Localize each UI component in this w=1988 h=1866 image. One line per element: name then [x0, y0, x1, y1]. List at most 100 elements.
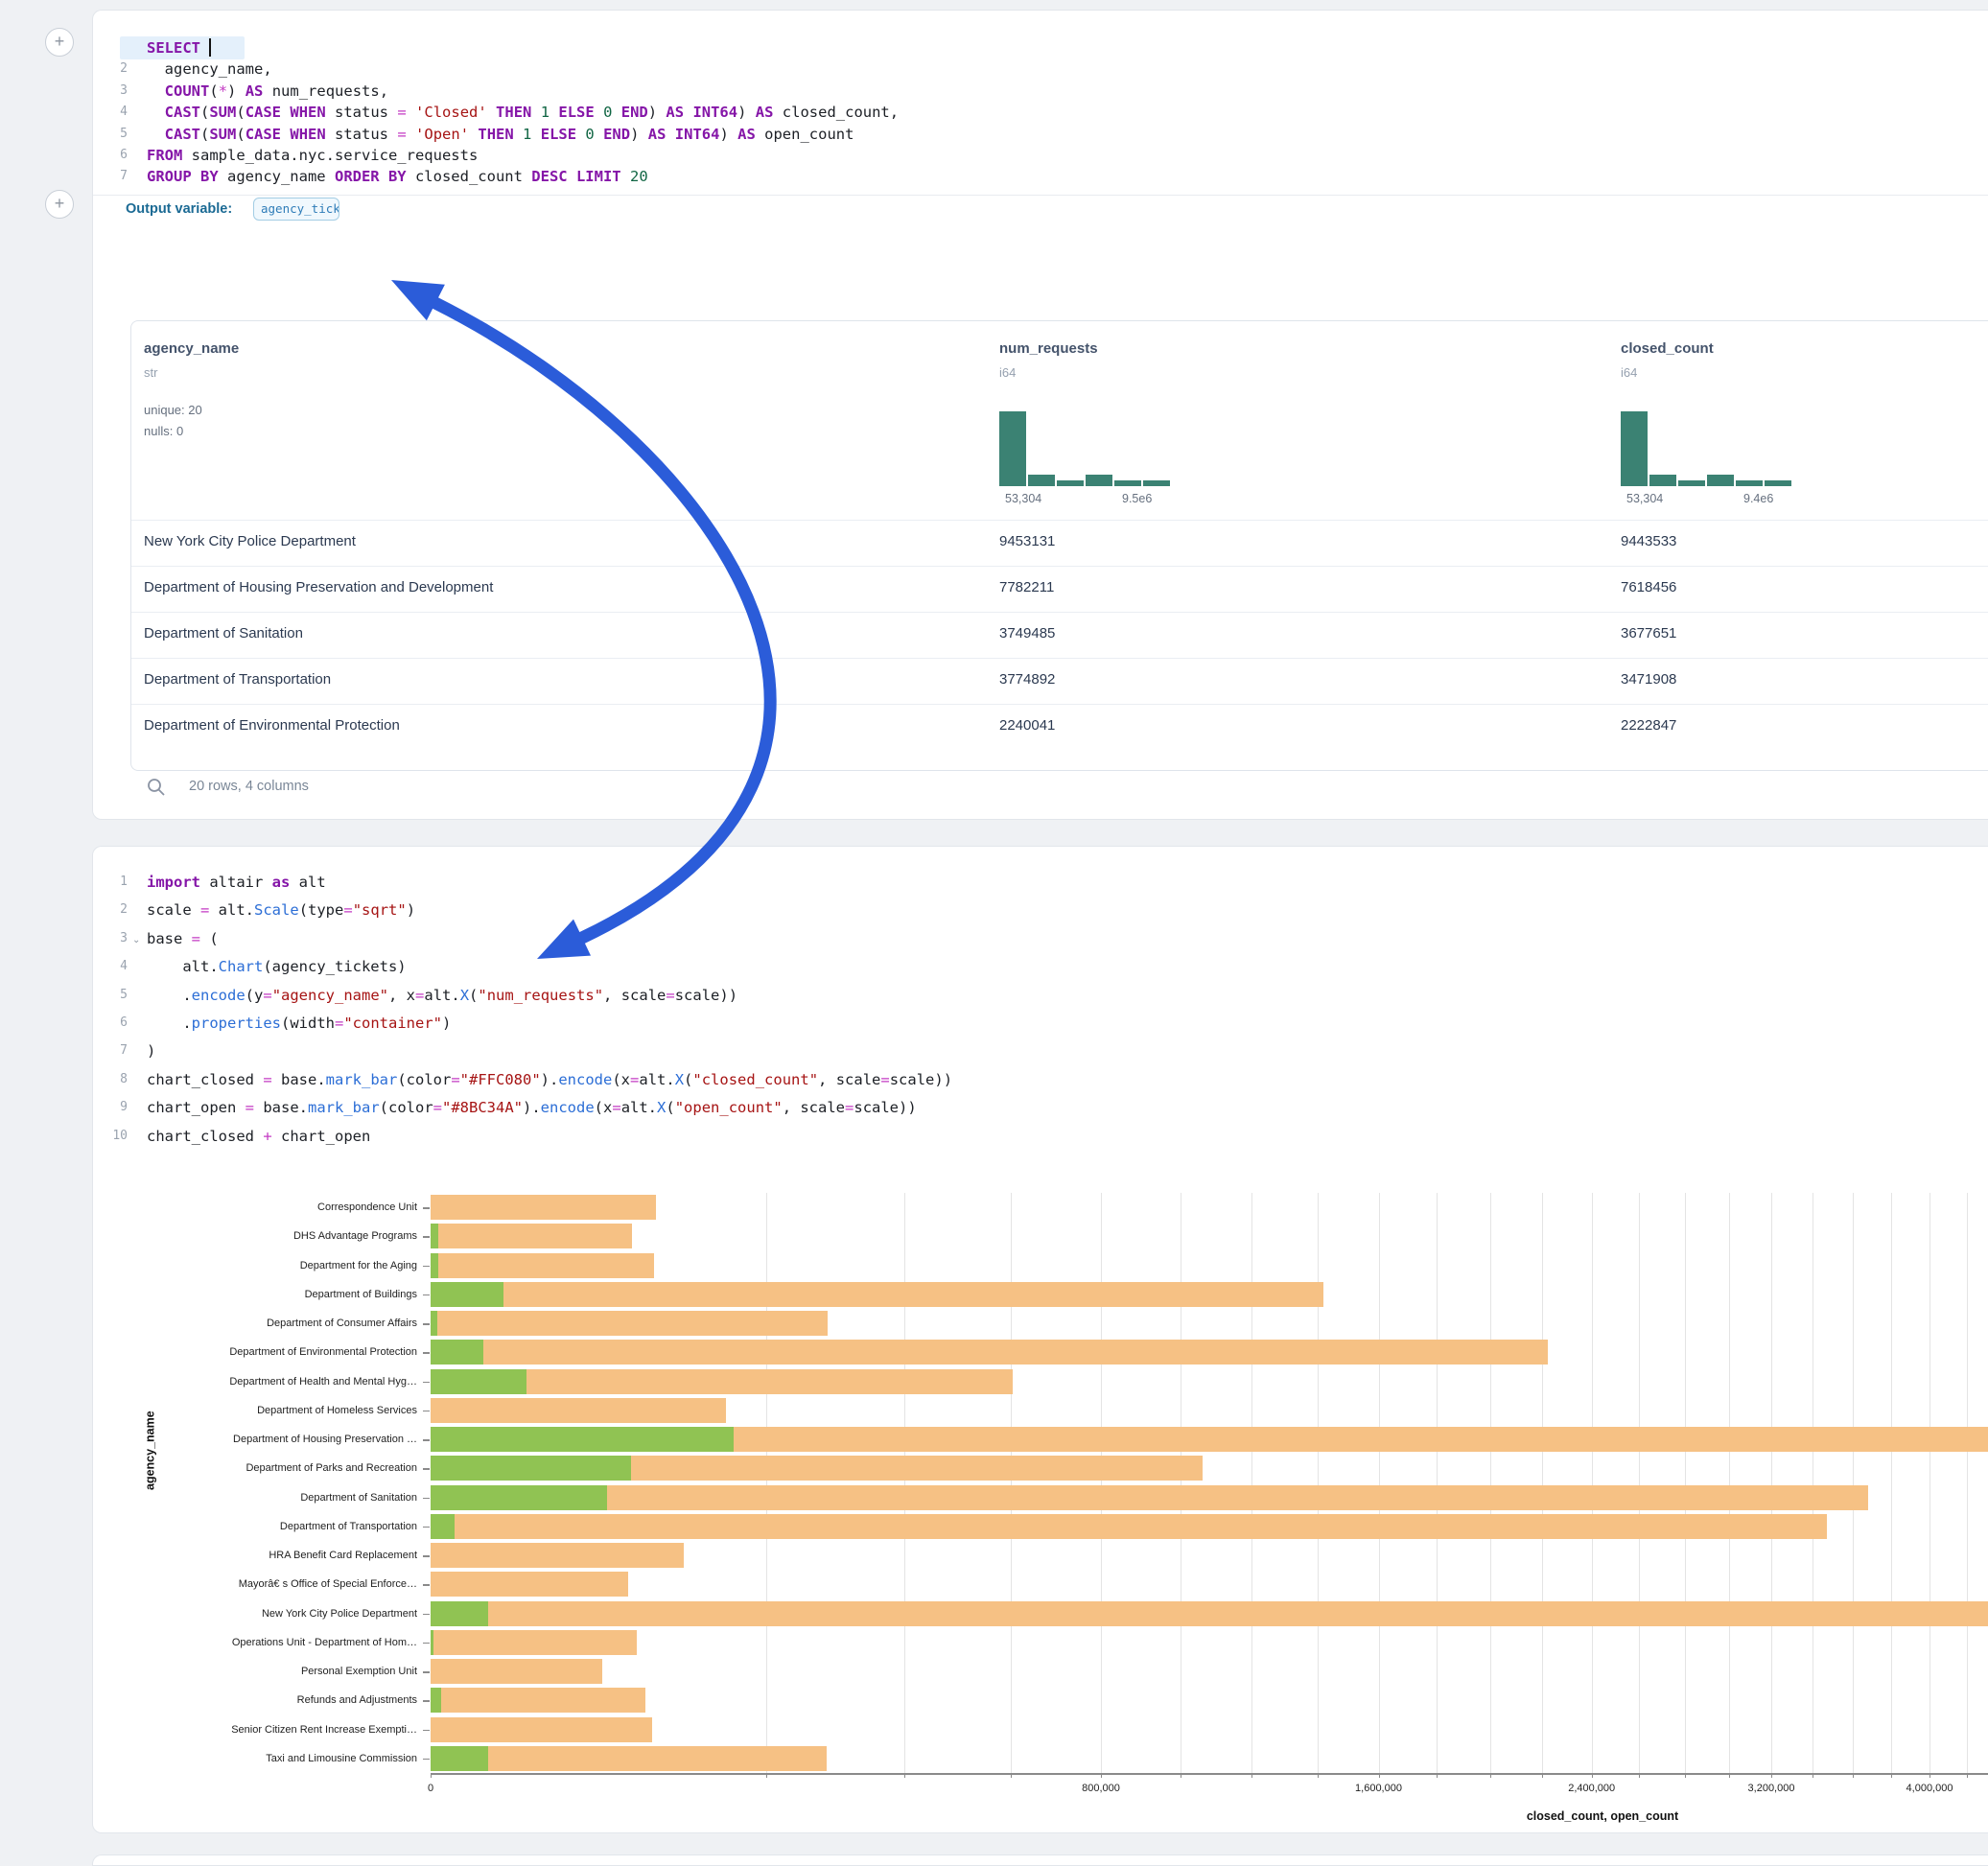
cell-closed-count: 3677651	[1621, 625, 1676, 641]
histogram-bar	[1057, 480, 1084, 486]
code-line[interactable]: chart_open = base.mark_bar(color="#8BC34…	[147, 1099, 917, 1116]
code-token: , scale	[603, 987, 666, 1004]
closed-count-bar	[431, 1688, 645, 1713]
line-number: 1	[101, 875, 128, 889]
code-line[interactable]: .encode(y="agency_name", x=alt.X("num_re…	[147, 987, 737, 1004]
output-variable-pill[interactable]: agency_tickets	[253, 198, 339, 221]
code-token: AS	[666, 104, 684, 121]
python-code-editor[interactable]: 1import altair as alt2scale = alt.Scale(…	[93, 847, 1988, 1154]
code-line[interactable]: agency_name,	[147, 60, 272, 78]
code-line[interactable]: chart_closed = base.mark_bar(color="#FFC…	[147, 1071, 952, 1088]
code-token: SELECT	[147, 39, 200, 57]
code-token: 20	[630, 168, 648, 185]
closed-count-bar	[431, 1340, 1548, 1365]
add-cell-button-output[interactable]: +	[45, 190, 74, 219]
column-stat: unique: 20	[144, 403, 202, 417]
code-token	[281, 126, 290, 143]
column-header[interactable]: closed_count	[1621, 340, 1714, 357]
table-row[interactable]: Department of Housing Preservation and D…	[131, 566, 1988, 612]
code-token: (color	[380, 1099, 433, 1116]
code-token: "sqrt"	[353, 901, 407, 919]
closed-count-bar	[431, 1282, 1323, 1307]
python-cell: 1import altair as alt2scale = alt.Scale(…	[92, 846, 1988, 1833]
code-token: Chart	[219, 958, 264, 975]
column-header[interactable]: agency_name	[144, 340, 239, 357]
table-row[interactable]: Department of Environmental Protection22…	[131, 704, 1988, 750]
code-token: AS	[737, 126, 756, 143]
code-line[interactable]: CAST(SUM(CASE WHEN status = 'Closed' THE…	[147, 104, 899, 121]
closed-count-bar	[431, 1717, 652, 1742]
open-count-bar	[431, 1340, 483, 1365]
code-token: (	[200, 930, 219, 947]
y-tick	[423, 1352, 430, 1354]
sql-code-editor[interactable]: 1⌄SELECT 2 agency_name,3 COUNT(*) AS num…	[93, 11, 1988, 202]
code-token	[621, 168, 630, 185]
code-token	[576, 126, 585, 143]
x-axis-label: 4,000,000	[1906, 1783, 1953, 1794]
code-line[interactable]: )	[147, 1042, 155, 1060]
code-token: "container"	[343, 1015, 442, 1032]
add-cell-button-top[interactable]: +	[45, 28, 74, 57]
code-line[interactable]: COUNT(*) AS num_requests,	[147, 82, 388, 100]
code-line[interactable]: GROUP BY agency_name ORDER BY closed_cou…	[147, 168, 648, 185]
code-token: END	[621, 104, 648, 121]
open-count-bar	[431, 1688, 441, 1713]
code-line[interactable]: FROM sample_data.nyc.service_requests	[147, 147, 478, 164]
x-tick	[1967, 1773, 1968, 1778]
code-token: AS	[246, 82, 264, 100]
search-icon[interactable]	[147, 778, 166, 797]
y-tick	[423, 1468, 430, 1470]
code-token: =	[200, 901, 209, 919]
code-token: )	[719, 126, 737, 143]
code-token: 'Open'	[415, 126, 469, 143]
line-number: 8	[101, 1072, 128, 1086]
code-line[interactable]: scale = alt.Scale(type="sqrt")	[147, 901, 415, 919]
code-token	[147, 82, 165, 100]
code-line[interactable]: alt.Chart(agency_tickets)	[147, 958, 407, 975]
histogram-bar	[999, 411, 1026, 486]
y-axis-label: Department of Housing Preservation …	[93, 1434, 417, 1445]
code-line[interactable]: SELECT	[147, 39, 209, 57]
table-row[interactable]: New York City Police Department945313194…	[131, 520, 1988, 566]
code-token: .	[147, 1015, 192, 1032]
code-token: =	[451, 1071, 459, 1088]
code-token: closed_count,	[773, 104, 899, 121]
x-axis-label: 3,200,000	[1748, 1783, 1795, 1794]
code-line[interactable]: import altair as alt	[147, 874, 326, 891]
table-row[interactable]: Department of Transportation377489234719…	[131, 658, 1988, 704]
code-token: COUNT	[165, 82, 210, 100]
page-gap-bottom	[0, 1833, 1988, 1854]
cell-divider	[93, 195, 1988, 196]
fold-caret-icon[interactable]: ⌄	[132, 935, 140, 945]
code-token: =	[630, 1071, 639, 1088]
code-token: "open_count"	[675, 1099, 783, 1116]
row-separator	[131, 704, 1988, 705]
column-header[interactable]: num_requests	[999, 340, 1098, 357]
y-tick	[423, 1555, 430, 1557]
code-token: 1	[523, 126, 531, 143]
code-token: =	[397, 104, 406, 121]
code-line[interactable]: chart_closed + chart_open	[147, 1128, 370, 1145]
code-token: .	[147, 987, 192, 1004]
gridline	[1853, 1193, 1854, 1773]
code-token: (x	[612, 1071, 630, 1088]
code-token	[612, 104, 620, 121]
code-token: mark_bar	[308, 1099, 380, 1116]
y-axis-label: Senior Citizen Rent Increase Exempti…	[93, 1724, 417, 1736]
y-tick	[423, 1614, 430, 1616]
code-token: =	[343, 901, 352, 919]
code-token: )	[737, 104, 756, 121]
code-token: ELSE	[558, 104, 594, 121]
y-tick	[423, 1236, 430, 1238]
open-count-bar	[431, 1369, 526, 1394]
cell-agency-name: Department of Sanitation	[144, 625, 303, 641]
code-line[interactable]: base = (	[147, 930, 219, 947]
y-tick	[423, 1730, 430, 1732]
y-tick	[423, 1527, 430, 1528]
code-line[interactable]: .properties(width="container")	[147, 1015, 451, 1032]
x-axis-title: closed_count, open_count	[1449, 1809, 1756, 1823]
table-row[interactable]: Department of Sanitation37494853677651	[131, 612, 1988, 658]
code-line[interactable]: CAST(SUM(CASE WHEN status = 'Open' THEN …	[147, 126, 854, 143]
line-number: 2	[101, 61, 128, 76]
code-token: INT64	[692, 104, 737, 121]
